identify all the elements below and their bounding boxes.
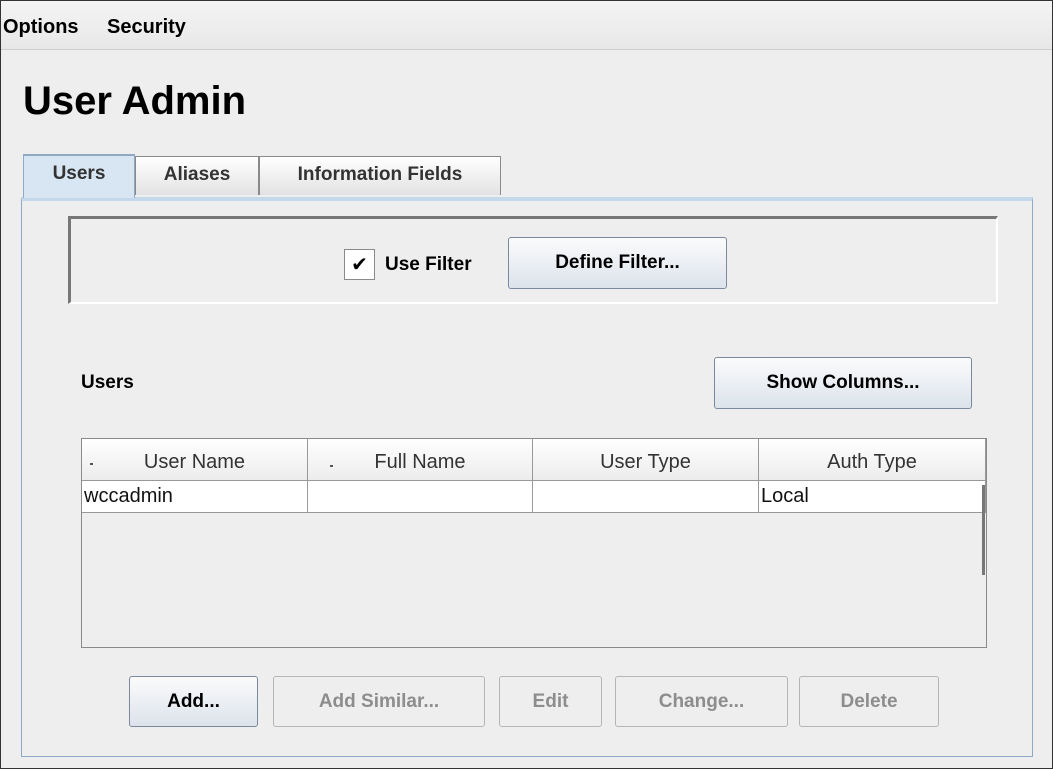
column-header-full-name[interactable]: Full Name	[308, 439, 533, 481]
menu-options[interactable]: Options	[3, 16, 79, 39]
app-window: Options Security User Admin Aliases Info…	[0, 0, 1053, 769]
sort-indicator-icon	[90, 463, 93, 465]
column-header-auth-type[interactable]: Auth Type	[759, 439, 986, 481]
tab-users[interactable]: Users	[23, 154, 135, 198]
menu-security[interactable]: Security	[107, 16, 186, 39]
cell-full-name	[308, 481, 533, 512]
define-filter-button[interactable]: Define Filter...	[508, 237, 727, 289]
cell-user-type	[533, 481, 759, 512]
delete-button[interactable]: Delete	[799, 676, 939, 727]
show-columns-button[interactable]: Show Columns...	[714, 357, 972, 409]
tab-aliases[interactable]: Aliases	[135, 156, 259, 195]
table-scrollbar[interactable]	[982, 485, 985, 575]
column-header-user-type[interactable]: User Type	[533, 439, 759, 481]
cell-auth-type: Local	[759, 481, 986, 512]
cell-user-name: wccadmin	[82, 481, 308, 512]
add-button[interactable]: Add...	[129, 676, 258, 727]
sort-indicator-icon	[330, 465, 333, 467]
checkmark-icon: ✔	[351, 252, 368, 276]
use-filter-checkbox[interactable]: ✔	[344, 249, 375, 280]
add-similar-button[interactable]: Add Similar...	[273, 676, 485, 727]
menu-bar: Options Security	[1, 1, 1052, 50]
tab-information-fields[interactable]: Information Fields	[259, 156, 501, 195]
page-title: User Admin	[23, 79, 247, 123]
table-row[interactable]: wccadmin Local	[82, 481, 986, 513]
users-section-title: Users	[81, 372, 134, 393]
column-header-user-name[interactable]: User Name	[82, 439, 308, 481]
edit-button[interactable]: Edit	[499, 676, 602, 727]
users-table: User Name Full Name User Type Auth Type …	[81, 438, 987, 648]
change-button[interactable]: Change...	[615, 676, 788, 727]
use-filter-label: Use Filter	[385, 254, 472, 275]
